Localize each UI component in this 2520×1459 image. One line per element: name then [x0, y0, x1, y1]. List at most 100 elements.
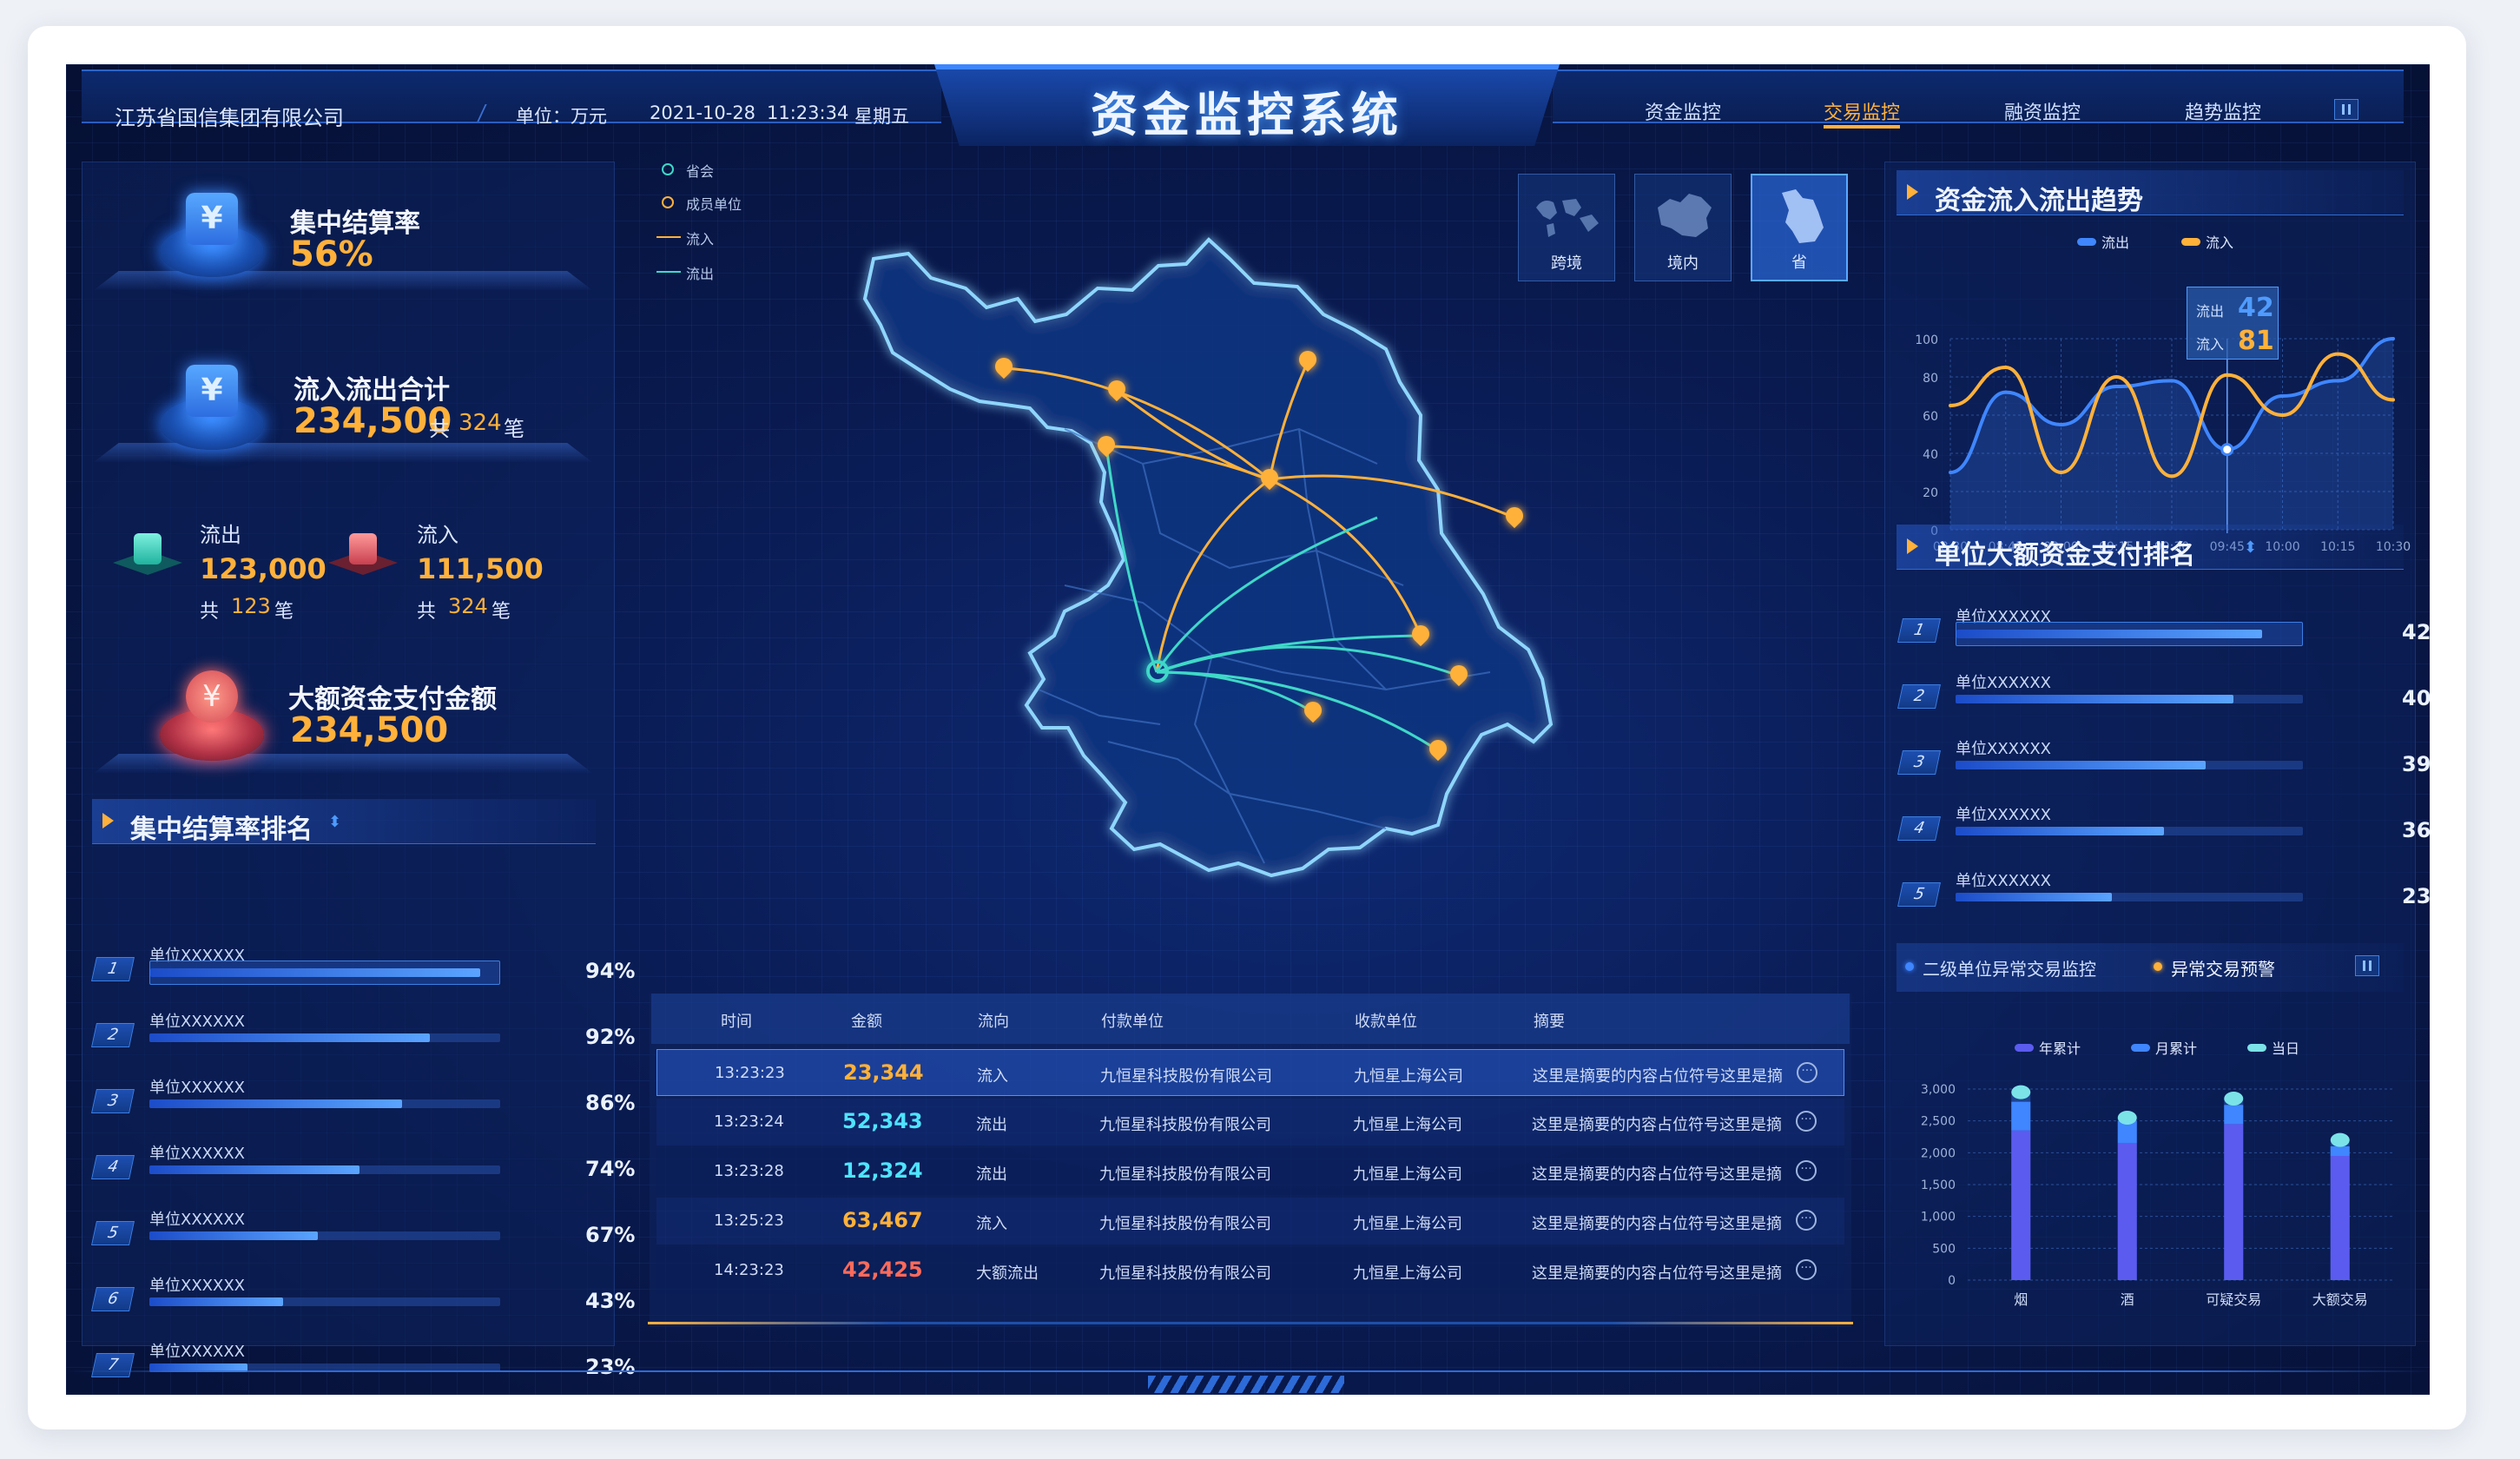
rank-badge: 3 [1897, 750, 1941, 775]
rank-value: 23,233 [2402, 884, 2430, 908]
tab-fund-monitor[interactable]: 资金监控 [1645, 97, 1721, 125]
kpi-stage [94, 754, 592, 773]
table-row[interactable]: 13:25:23 63,467 流入 九恒星科技股份有限公司 九恒星上海公司 这里是摘要的… [656, 1198, 1844, 1244]
legend-outflow-swatch [2077, 238, 2096, 246]
cell-amount: 42,425 [842, 1258, 923, 1282]
tab-trend-monitor[interactable]: 趋势监控 [2185, 97, 2261, 125]
more-icon[interactable]: ··· [1796, 1160, 1817, 1181]
progress-track [1956, 827, 2303, 835]
currency-icon: ¥ [186, 193, 238, 245]
ranking-row[interactable]: 3 单位XXXXXX 39,564 [1897, 736, 2430, 789]
trend-header: 资金流入流出趋势 [1897, 170, 2404, 216]
col-payer: 付款单位 [1101, 1013, 1164, 1031]
ranking-row[interactable]: 1 单位XXXXXX 94% [91, 943, 663, 995]
rank-value: 67% [585, 1223, 636, 1247]
dot-icon [2154, 962, 2162, 971]
flow-total-count-unit: 笔 [504, 417, 524, 441]
inflow-count: 324 [448, 594, 488, 618]
trend-title: 资金流入流出趋势 [1935, 186, 2143, 216]
rank-badge: 1 [91, 957, 135, 981]
legend-member: 成员单位 [686, 196, 742, 213]
table-row[interactable]: 13:23:23 23,344 流入 九恒星科技股份有限公司 九恒星上海公司 这里是摘要的… [656, 1049, 1844, 1096]
progress-track [149, 961, 500, 985]
ranking-row[interactable]: 5 单位XXXXXX 23,233 [1897, 868, 2430, 921]
cell-summary: 这里是摘要的内容占位符号这里是摘 [1532, 1264, 1782, 1283]
sort-icon[interactable]: ⬍ [328, 813, 341, 831]
rank-value: 86% [585, 1091, 636, 1115]
capital-pin-icon[interactable] [1146, 660, 1169, 683]
arrow-icon [1907, 184, 1918, 200]
cell-direction: 流出 [976, 1116, 1007, 1134]
cell-payee: 九恒星上海公司 [1353, 1264, 1462, 1283]
rank-badge: 2 [91, 1023, 135, 1047]
tab-financing-monitor[interactable]: 融资监控 [2004, 97, 2081, 125]
outflow-value: 123,000 [200, 552, 327, 585]
currency-icon: ¥ [186, 365, 238, 417]
progress-track [1956, 761, 2303, 769]
unit-name: 单位XXXXXX [1956, 740, 2051, 758]
ranking-row[interactable]: 6 单位XXXXXX 43% [91, 1273, 663, 1325]
ranking-row[interactable]: 4 单位XXXXXX 74% [91, 1141, 663, 1193]
tab-transaction-monitor[interactable]: 交易监控 [1824, 97, 1900, 125]
rank-value: 94% [585, 959, 636, 983]
ranking-row[interactable]: 7 单位XXXXXX 23% [91, 1339, 663, 1391]
anomaly-tabbar: 二级单位异常交易监控 异常交易预警 [1897, 943, 2404, 992]
table-row[interactable]: 14:23:23 42,425 大额流出 九恒星科技股份有限公司 九恒星上海公司 这里是摘… [656, 1247, 1844, 1294]
arrow-icon [1907, 538, 1918, 554]
more-icon[interactable]: ··· [1797, 1062, 1817, 1083]
ranking-row[interactable]: 2 单位XXXXXX 92% [91, 1009, 663, 1061]
more-icon[interactable]: ··· [1796, 1210, 1817, 1231]
category-bar-group[interactable] [2011, 1085, 2031, 1280]
rank-value: 43% [585, 1289, 636, 1313]
cell-amount: 23,344 [843, 1060, 924, 1085]
more-icon[interactable]: ··· [1796, 1111, 1817, 1132]
flow-total-count: 324 [458, 410, 502, 436]
pause-icon[interactable] [2334, 99, 2358, 120]
ranking-row[interactable]: 3 单位XXXXXX 86% [91, 1075, 663, 1127]
category-bar-group[interactable] [2330, 1132, 2350, 1280]
table-row[interactable]: 13:23:24 52,343 流出 九恒星科技股份有限公司 九恒星上海公司 这里是摘要的… [656, 1099, 1844, 1145]
progress-fill [149, 1297, 283, 1306]
outflow-database-icon [113, 533, 182, 577]
cell-payer: 九恒星科技股份有限公司 [1099, 1116, 1271, 1134]
data-point [2114, 385, 2119, 388]
cell-amount: 63,467 [842, 1208, 923, 1232]
tooltip-inflow-label: 流入 [2196, 336, 2225, 353]
progress-fill [149, 1165, 360, 1174]
progress-fill [150, 968, 480, 977]
globe-currency-icon: ¥ [186, 670, 238, 723]
sort-icon[interactable]: ⬍ [2244, 538, 2257, 557]
col-time: 时间 [721, 1013, 752, 1031]
bar-month [2224, 1124, 2244, 1280]
legend-inflow: 流入 [686, 231, 715, 248]
payment-ranking-header: 单位大额资金支付排名 ⬍ [1897, 525, 2404, 571]
ranking-row[interactable]: 1单位XXXXXX42,344 [1897, 604, 2430, 657]
rank-badge: 2 [1897, 684, 1941, 709]
tab-anomaly-monitor[interactable]: 二级单位异常交易监控 [1923, 955, 2096, 980]
data-point [2336, 379, 2340, 383]
trend-chart: 02040608010008:3008:4509:0009:1509:3009:… [1915, 333, 2411, 554]
cell-direction: 大额流出 [976, 1264, 1039, 1283]
data-point [2003, 366, 2008, 369]
arrow-icon [102, 813, 114, 829]
ranking-row[interactable]: 5 单位XXXXXX 67% [91, 1207, 663, 1259]
ranking-row[interactable]: 4 单位XXXXXX 36,223 [1897, 802, 2430, 855]
category-bar-group[interactable] [2117, 1111, 2137, 1280]
more-icon[interactable]: ··· [1796, 1259, 1817, 1280]
pause-icon[interactable] [2355, 955, 2379, 976]
flow-total-count-prefix: 共 [429, 417, 450, 441]
unit-name: 单位XXXXXX [1956, 674, 2051, 692]
progress-fill [1956, 695, 2233, 703]
progress-fill [1956, 630, 2262, 638]
footer-line [66, 1370, 2430, 1372]
tab-anomaly-warning[interactable]: 异常交易预警 [2171, 955, 2275, 980]
progress-fill [149, 1033, 430, 1042]
bar-day [2224, 1105, 2244, 1125]
trend-tooltip: 流出 42 流入 81 [2187, 287, 2279, 360]
cell-time: 14:23:23 [714, 1261, 784, 1279]
cell-time: 13:23:24 [714, 1112, 784, 1131]
category-bar-group[interactable] [2224, 1092, 2244, 1280]
table-row[interactable]: 13:23:28 12,324 流出 九恒星科技股份有限公司 九恒星上海公司 这里是摘要的… [656, 1148, 1844, 1195]
cell-time: 13:25:23 [714, 1211, 784, 1230]
ranking-row[interactable]: 2 单位XXXXXX 40,321 [1897, 670, 2430, 723]
